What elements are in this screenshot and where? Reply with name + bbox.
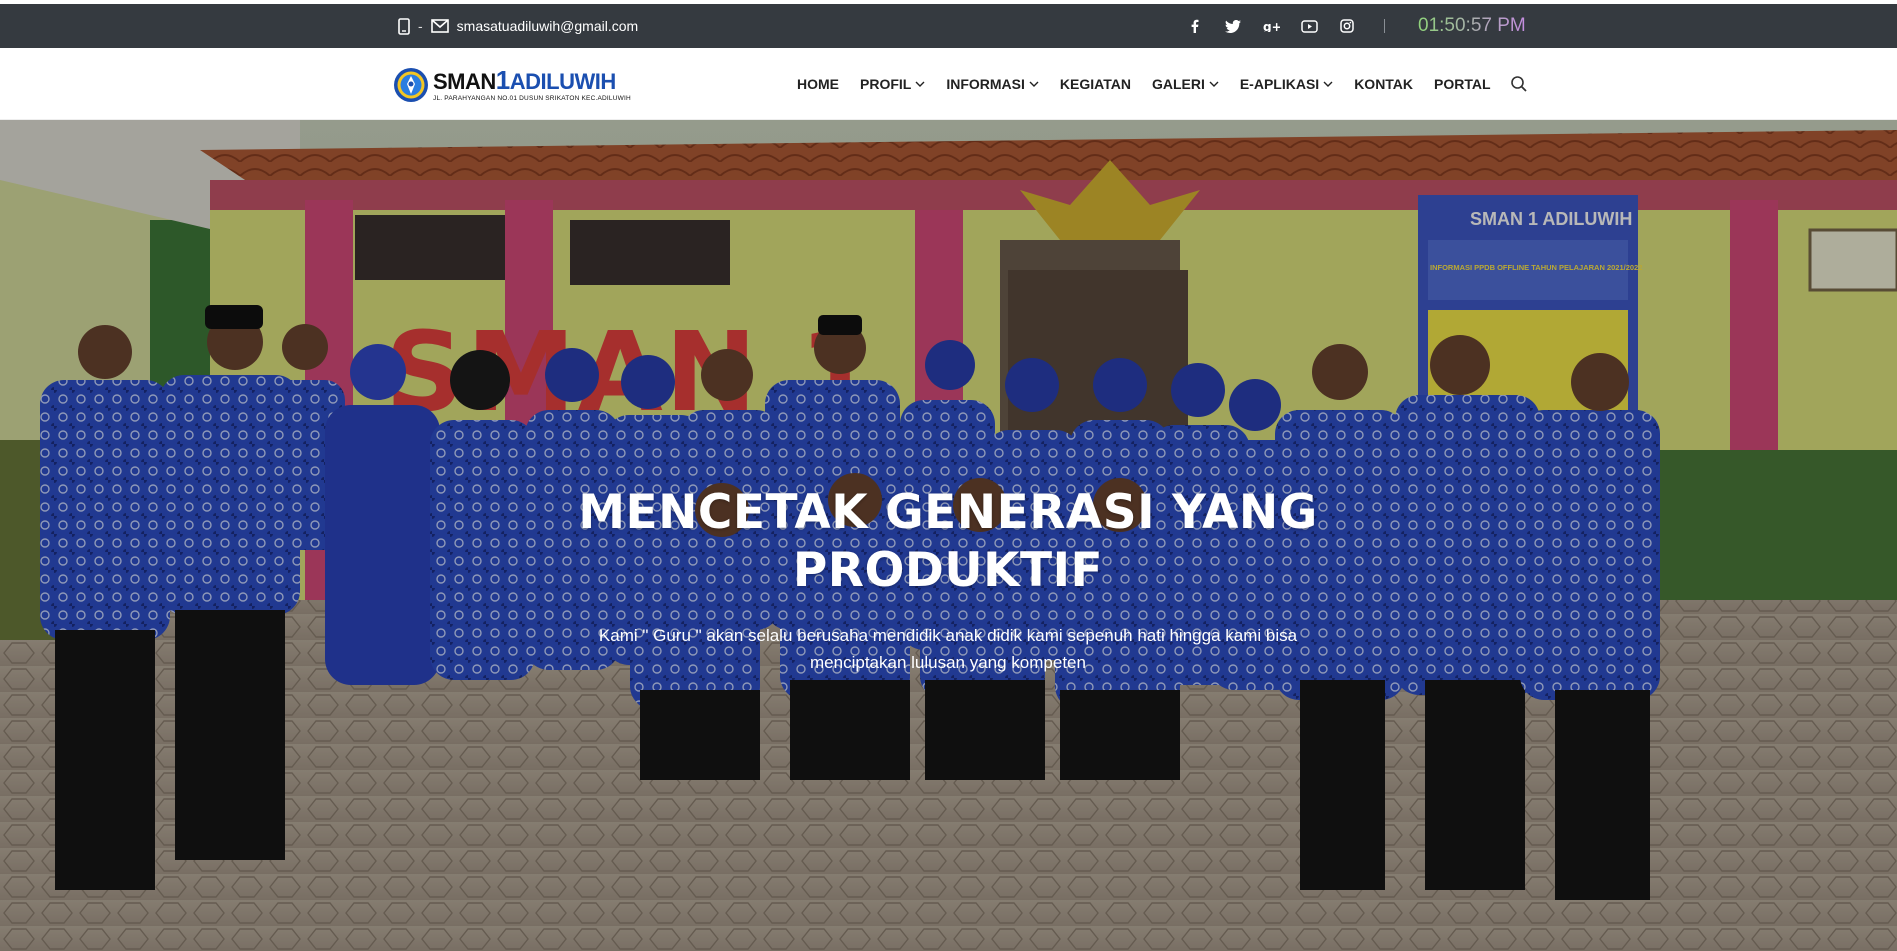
phone-icon	[398, 17, 410, 35]
school-name: SMAN1ADILUWIH	[433, 67, 631, 94]
nav-kegiatan-label: KEGIATAN	[1059, 76, 1131, 92]
main-menu: HOME PROFIL INFORMASI KEGIATAN GALERI E-…	[797, 48, 1528, 120]
nav-e-aplikasi[interactable]: E-APLIKASI	[1240, 76, 1333, 92]
nav-kontak-label: KONTAK	[1354, 76, 1414, 92]
nav-informasi-label: INFORMASI	[946, 76, 1025, 92]
nav-profil[interactable]: PROFIL	[860, 76, 925, 92]
nav-profil-label: PROFIL	[860, 76, 912, 92]
instagram-icon[interactable]	[1337, 16, 1357, 36]
contact-separator: -	[418, 18, 423, 34]
nav-galeri-label: GALERI	[1151, 76, 1205, 92]
nav-portal-label: PORTAL	[1434, 76, 1491, 92]
school-address: JL. PARAHYANGAN NO.01 DUSUN SRIKATON KEC…	[433, 94, 631, 102]
topbar-divider	[1384, 19, 1385, 33]
school-logo[interactable]: SMAN1ADILUWIH JL. PARAHYANGAN NO.01 DUSU…	[393, 65, 631, 105]
twitter-icon[interactable]	[1223, 16, 1243, 36]
nav-home[interactable]: HOME	[797, 76, 839, 92]
nav-kegiatan[interactable]: KEGIATAN	[1060, 76, 1131, 92]
nav-informasi[interactable]: INFORMASI	[946, 76, 1039, 92]
chevron-down-icon	[1029, 81, 1039, 87]
nav-kontak[interactable]: KONTAK	[1354, 76, 1413, 92]
hero-subtitle: Kami " Guru " akan selalu berusaha mendi…	[598, 626, 1298, 672]
chevron-down-icon	[915, 81, 925, 87]
nav-home-label: HOME	[797, 76, 839, 92]
youtube-icon[interactable]	[1299, 16, 1319, 36]
chevron-down-icon	[1323, 81, 1333, 87]
envelope-icon	[430, 19, 449, 33]
google-plus-icon[interactable]: g+	[1261, 16, 1281, 36]
svg-text:g+: g+	[1263, 20, 1280, 32]
school-name-prefix: SMAN	[433, 68, 496, 94]
school-name-number: 1	[495, 64, 510, 95]
hero-title: MENCETAK GENERASI YANG PRODUKTIF	[578, 485, 1318, 598]
hero-slider: SMAN 1 ADILUWIH INFORMASI PPDB OFFLINE T…	[0, 120, 1897, 951]
top-bar: - smasatuadiluwih@gmail.com g+ 01:50:57 …	[0, 4, 1897, 48]
email-link[interactable]: smasatuadiluwih@gmail.com	[457, 18, 639, 34]
school-name-suffix: ADILUWIH	[509, 68, 616, 94]
nav-e-aplikasi-label: E-APLIKASI	[1239, 76, 1320, 92]
nav-portal[interactable]: PORTAL	[1434, 76, 1491, 92]
nav-galeri[interactable]: GALERI	[1152, 76, 1219, 92]
main-navbar: SMAN1ADILUWIH JL. PARAHYANGAN NO.01 DUSU…	[0, 48, 1897, 120]
digital-clock: 01:50:57 PM	[1418, 4, 1526, 48]
search-icon[interactable]	[1510, 75, 1528, 93]
contact-info: - smasatuadiluwih@gmail.com	[398, 4, 638, 48]
social-links: g+	[1185, 4, 1357, 48]
chevron-down-icon	[1209, 81, 1219, 87]
facebook-icon[interactable]	[1185, 16, 1205, 36]
school-emblem-icon	[394, 68, 428, 102]
